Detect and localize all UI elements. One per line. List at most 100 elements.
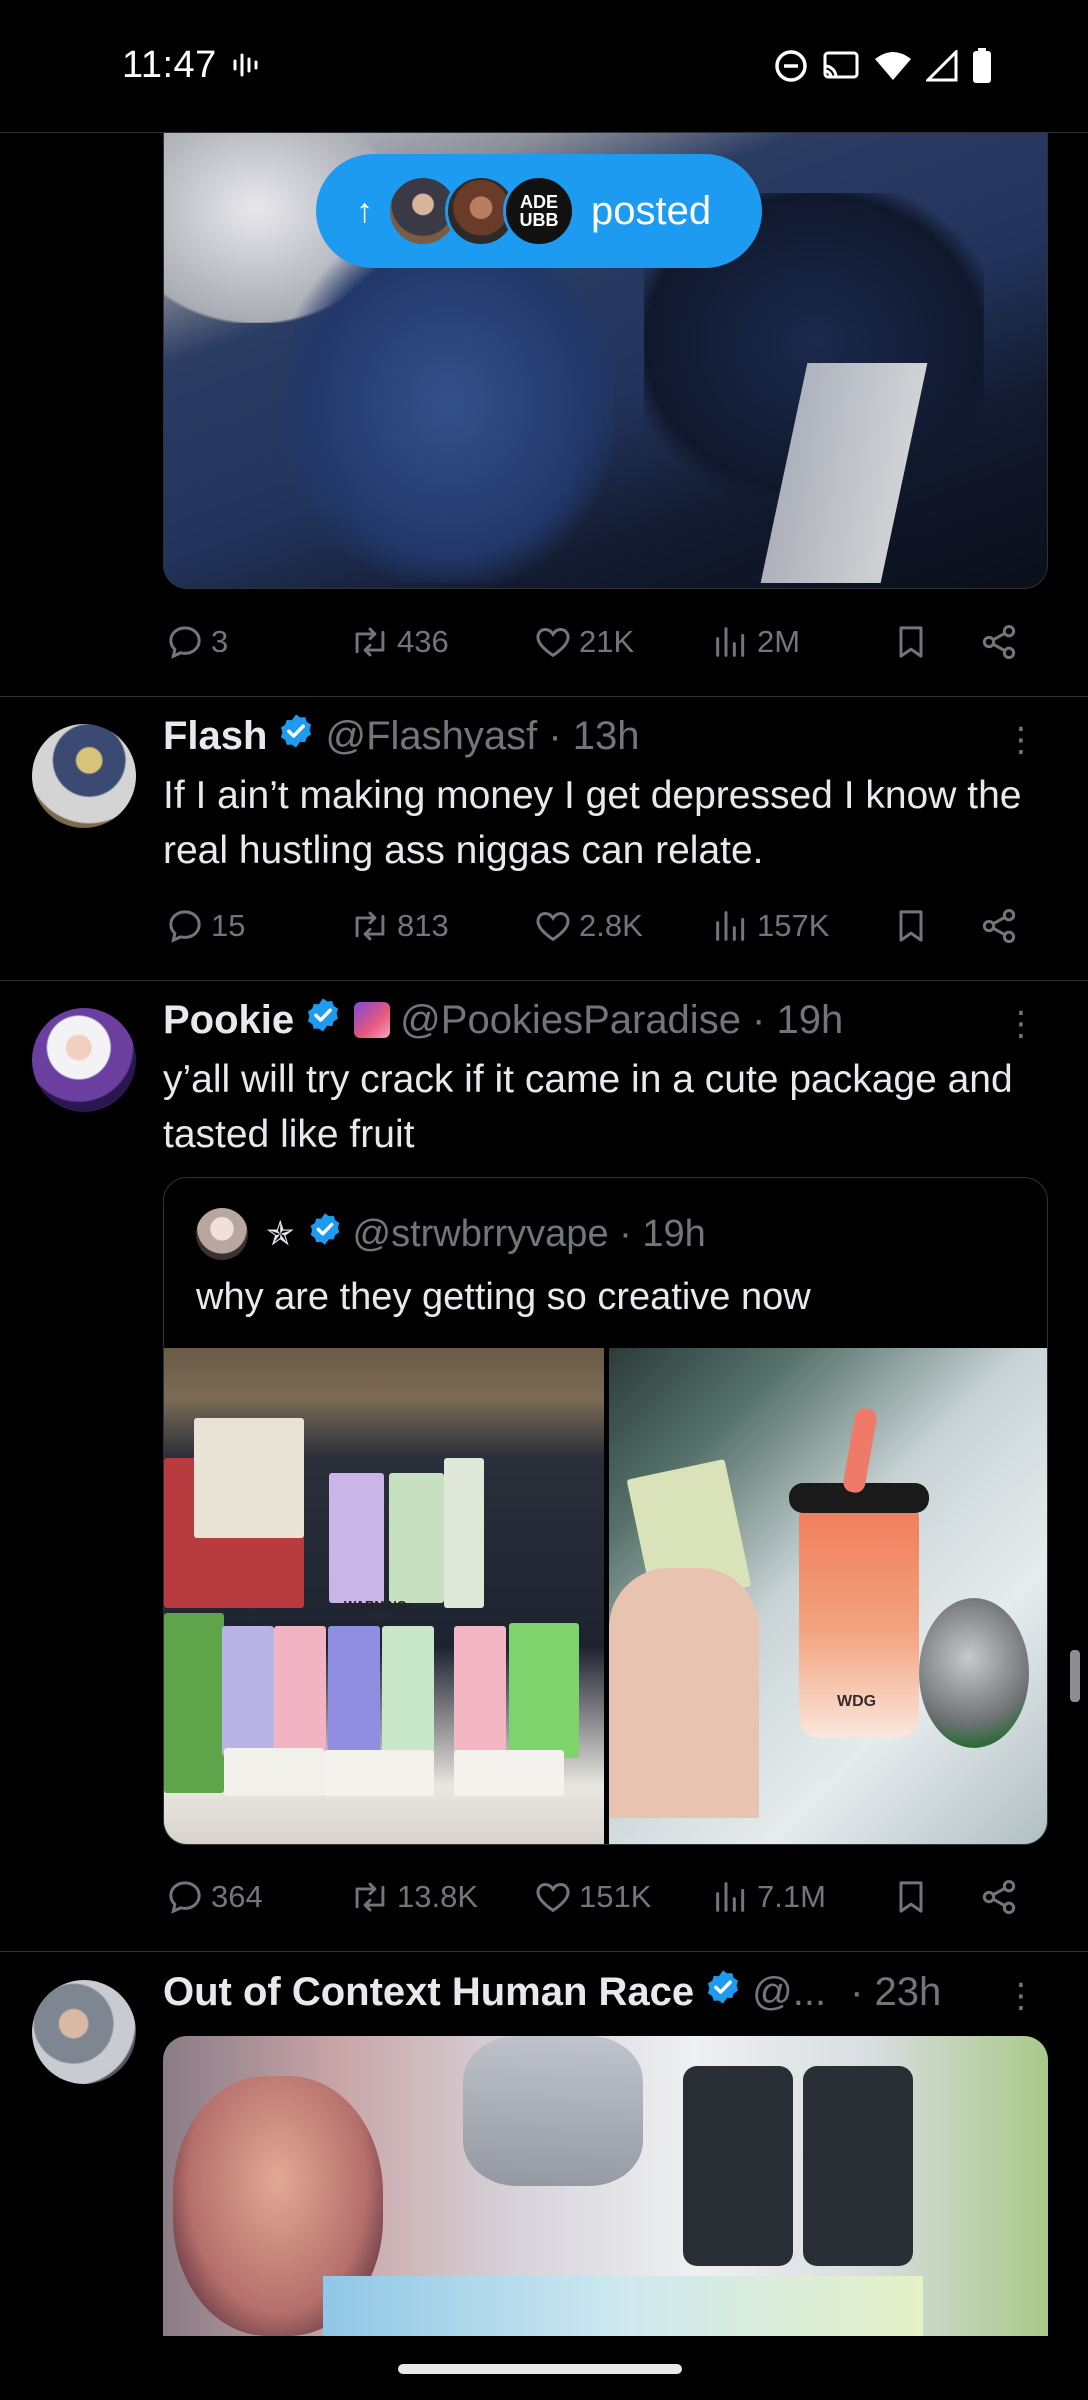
views-button[interactable]: 157K <box>711 906 829 946</box>
tweet-divider <box>0 980 1088 981</box>
author-handle[interactable]: @... <box>752 1970 826 2015</box>
tweet-header: Out of Context Human Race @... · 23h <box>163 1968 941 2016</box>
avatar: ADE UBB <box>503 175 575 247</box>
views-count: 2M <box>757 624 801 659</box>
verified-badge-icon <box>304 996 342 1044</box>
tweet-time[interactable]: · 23h <box>850 1970 941 2015</box>
tweet-media[interactable] <box>163 2036 1048 2336</box>
avatar[interactable] <box>32 724 136 828</box>
repost-icon <box>355 911 385 941</box>
quote-text: why are they getting so creative now <box>196 1276 811 1318</box>
heart-icon <box>536 1882 570 1913</box>
author-handle-time[interactable]: @PookiesParadise · 19h <box>400 998 843 1043</box>
more-options-icon[interactable]: ⋮ <box>1004 720 1038 760</box>
reply-count: 15 <box>211 908 246 943</box>
home-indicator[interactable] <box>398 2364 682 2374</box>
views-count: 157K <box>757 908 830 943</box>
share-button[interactable] <box>979 906 1019 946</box>
repost-count: 813 <box>397 908 449 943</box>
top-divider <box>0 132 1088 133</box>
author-name[interactable]: Flash <box>163 714 267 759</box>
tweet-divider <box>0 696 1088 697</box>
bookmark-button[interactable] <box>891 1877 931 1917</box>
share-icon <box>982 625 1016 659</box>
bookmark-button[interactable] <box>891 622 931 662</box>
quote-header: ✯ @strwbrryvape · 19h <box>196 1208 706 1260</box>
reply-icon <box>169 910 201 943</box>
share-icon <box>982 909 1016 943</box>
reply-count: 3 <box>211 624 229 659</box>
arrow-up-icon: ↑ <box>356 191 373 230</box>
verified-badge-icon <box>704 1968 742 2016</box>
repost-button[interactable]: 813 <box>349 906 449 946</box>
scrollbar-thumb[interactable] <box>1070 1650 1080 1702</box>
status-bar: 11:47 <box>0 0 1088 132</box>
new-posts-pill[interactable]: ↑ ADE UBB posted <box>316 154 762 268</box>
repost-button[interactable]: 13.8K <box>349 1877 478 1917</box>
views-icon <box>716 911 745 941</box>
image-caption-text: WDG <box>837 1693 877 1710</box>
bookmark-icon <box>899 1881 923 1913</box>
heart-icon <box>536 627 570 658</box>
tweet-header: Flash @Flashyasf · 13h <box>163 712 640 760</box>
views-icon <box>716 1882 745 1912</box>
avatar <box>196 1208 248 1260</box>
like-button[interactable]: 151K <box>533 1877 651 1917</box>
tweet-divider <box>0 1951 1088 1952</box>
reply-icon <box>169 1881 201 1914</box>
views-count: 7.1M <box>757 1879 826 1914</box>
wifi-icon <box>874 51 912 86</box>
share-button[interactable] <box>979 1877 1019 1917</box>
views-button[interactable]: 2M <box>711 622 800 662</box>
battery-icon <box>972 48 992 89</box>
signal-icon <box>924 48 958 87</box>
quote-image-right[interactable]: WDG <box>609 1348 1047 1844</box>
system-icons <box>774 48 992 89</box>
views-icon <box>716 627 745 657</box>
reply-button[interactable]: 364 <box>165 1877 263 1917</box>
voice-activity-icon <box>232 52 262 83</box>
author-handle-time[interactable]: @Flashyasf · 13h <box>325 714 639 759</box>
more-options-icon[interactable]: ⋮ <box>1004 1976 1038 2016</box>
bookmark-icon <box>899 910 923 942</box>
reply-icon <box>169 626 201 659</box>
repost-count: 436 <box>397 624 449 659</box>
tweet-text: y’all will try crack if it came in a cut… <box>163 1058 1013 1156</box>
verified-badge-icon <box>307 1211 343 1257</box>
verified-badge-icon <box>277 712 315 760</box>
views-button[interactable]: 7.1M <box>711 1877 826 1917</box>
tweet-header: Pookie @PookiesParadise · 19h <box>163 996 843 1044</box>
more-options-icon[interactable]: ⋮ <box>1004 1004 1038 1044</box>
repost-count: 13.8K <box>397 1879 479 1914</box>
author-name[interactable]: Out of Context Human Race <box>163 1970 694 2015</box>
bookmark-icon <box>899 626 923 658</box>
author-name[interactable]: Pookie <box>163 998 294 1043</box>
quote-tweet[interactable]: ✯ @strwbrryvape · 19h why are they getti… <box>163 1177 1048 1845</box>
share-icon <box>982 1880 1016 1914</box>
status-time: 11:47 <box>122 44 217 86</box>
image-caption-text: WARNING: <box>344 1598 412 1613</box>
tweet-text: If I ain’t making money I get depressed … <box>163 774 1022 872</box>
tweet-flash-actions: 15 813 2.8K 157K <box>163 896 1048 956</box>
avatar[interactable] <box>32 1980 136 2084</box>
share-button[interactable] <box>979 622 1019 662</box>
tweet-1-actions: 3 436 21K 2M <box>163 612 1048 672</box>
affiliate-badge-icon <box>354 1002 391 1038</box>
do-not-disturb-icon <box>774 49 808 88</box>
heart-icon <box>536 911 570 942</box>
reply-button[interactable]: 15 <box>165 906 245 946</box>
like-button[interactable]: 2.8K <box>533 906 643 946</box>
repost-button[interactable]: 436 <box>349 622 449 662</box>
quote-image-left[interactable]: WARNING: <box>164 1348 604 1844</box>
repost-icon <box>355 1882 385 1912</box>
avatar-badge-text: ADE UBB <box>519 192 559 230</box>
quote-handle-time: @strwbrryvape · 19h <box>352 1212 706 1255</box>
bookmark-button[interactable] <box>891 906 931 946</box>
repost-icon <box>355 627 385 657</box>
reply-count: 364 <box>211 1879 263 1914</box>
avatar[interactable] <box>32 1008 136 1112</box>
like-count: 151K <box>579 1879 652 1914</box>
like-button[interactable]: 21K <box>533 622 634 662</box>
cast-icon <box>822 50 860 87</box>
reply-button[interactable]: 3 <box>165 622 228 662</box>
